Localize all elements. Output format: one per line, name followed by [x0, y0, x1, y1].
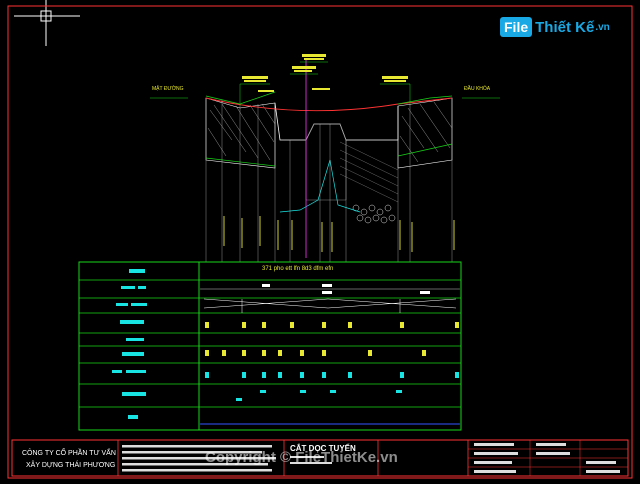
logo-file-box: File	[500, 17, 533, 37]
copyright-watermark: Copyright © FileThietKe.vn	[205, 449, 398, 466]
right-profile-label: ĐẦU KHÓA	[464, 86, 491, 92]
crosshair-cursor-icon	[14, 0, 80, 46]
logo-text: Thiết Kế	[535, 18, 595, 36]
cad-drawing-canvas	[7, 0, 633, 479]
brand-logo[interactable]: File Thiết Kế .vn	[500, 14, 610, 40]
table-row-1-text: 371 pho ett lfn 8d3 dfm efn	[262, 266, 334, 272]
company-name-line-2: XÂY DỰNG THÁI PHƯƠNG	[26, 462, 116, 469]
left-profile-label: MẶT ĐƯỜNG	[152, 86, 184, 92]
profile-data-table	[78, 261, 462, 431]
company-name-line-1: CÔNG TY CỔ PHẦN TƯ VẤN	[22, 450, 116, 457]
logo-suffix: .vn	[595, 21, 610, 33]
longitudinal-profile	[150, 54, 500, 262]
